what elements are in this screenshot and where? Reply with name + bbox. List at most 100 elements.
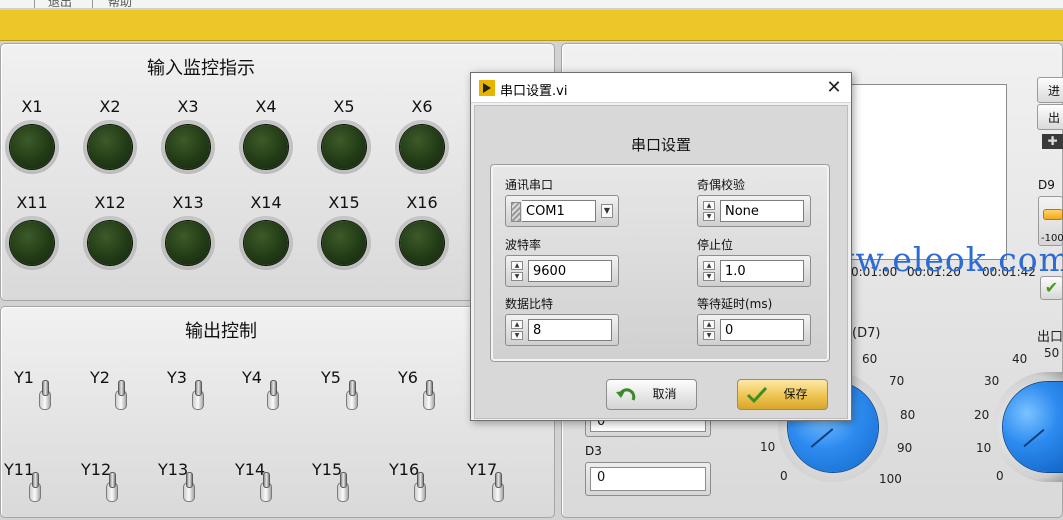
panel-title-output: 输出控制 bbox=[185, 321, 257, 342]
spin-up-icon[interactable]: ▲ bbox=[703, 261, 715, 270]
toggle-switch[interactable] bbox=[336, 472, 352, 502]
wait-delay-field[interactable]: ▲ ▼ 0 bbox=[697, 314, 811, 346]
menu-item-help[interactable]: 帮助 bbox=[108, 0, 132, 10]
toggle-lever[interactable] bbox=[340, 472, 347, 488]
toggle-lever[interactable] bbox=[426, 380, 433, 396]
data-bits-spinner[interactable]: ▲ ▼ bbox=[511, 320, 525, 340]
check-icon bbox=[746, 386, 768, 404]
menu-separator bbox=[34, 0, 35, 8]
stop-bits-field[interactable]: ▲ ▼ 1.0 bbox=[697, 255, 811, 287]
toggle-switch[interactable] bbox=[114, 380, 130, 410]
spin-down-icon[interactable]: ▼ bbox=[511, 272, 523, 281]
knob2-tick: 50 bbox=[1044, 346, 1060, 360]
spin-down-icon[interactable]: ▼ bbox=[703, 212, 715, 221]
stop-bits-label: 停止位 bbox=[697, 238, 734, 252]
toggle-lever[interactable] bbox=[186, 472, 193, 488]
switch-label: Y3 bbox=[167, 368, 187, 387]
toggle-lever[interactable] bbox=[195, 380, 202, 396]
led-indicator bbox=[161, 120, 215, 174]
toggle-lever[interactable] bbox=[32, 472, 39, 488]
led-indicator bbox=[395, 120, 449, 174]
spin-down-icon[interactable]: ▼ bbox=[703, 331, 715, 340]
data-bits-value[interactable]: 8 bbox=[528, 319, 612, 341]
toggle-lever[interactable] bbox=[109, 472, 116, 488]
spin-up-icon[interactable]: ▲ bbox=[511, 261, 523, 270]
right-mid-button[interactable]: 出 bbox=[1037, 104, 1063, 130]
led-label: X15 bbox=[328, 193, 360, 212]
toggle-switch[interactable] bbox=[413, 472, 429, 502]
toggle-switch[interactable] bbox=[259, 472, 275, 502]
led-label: X13 bbox=[172, 193, 204, 212]
chevron-down-icon[interactable]: ▼ bbox=[601, 204, 613, 218]
toggle-lever[interactable] bbox=[118, 380, 125, 396]
toggle-lever[interactable] bbox=[417, 472, 424, 488]
knob2-pointer bbox=[1023, 428, 1045, 448]
parity-spinner[interactable]: ▲ ▼ bbox=[703, 201, 717, 221]
spin-up-icon[interactable]: ▲ bbox=[703, 320, 715, 329]
knob2-tick: 0 bbox=[996, 469, 1004, 483]
settings-group: 通讯串口 COM1 ▼ 波特率 ▲ ▼ 9600 数据比特 ▲ ▼ 8 奇偶校验 ▲… bbox=[490, 164, 830, 362]
baud-rate-label: 波特率 bbox=[505, 238, 542, 252]
chart-plot-area bbox=[845, 84, 1007, 260]
d3-field[interactable]: 0 bbox=[585, 462, 711, 496]
menu-bar: 退出 帮助 bbox=[0, 0, 1063, 9]
wait-delay-value[interactable]: 0 bbox=[720, 319, 804, 341]
switch-label: Y5 bbox=[321, 368, 341, 387]
knob2-tick: 40 bbox=[1012, 352, 1028, 366]
knob1-tick: 10 bbox=[760, 440, 776, 454]
data-bits-field[interactable]: ▲ ▼ 8 bbox=[505, 314, 619, 346]
knob2-dial[interactable] bbox=[1003, 382, 1063, 472]
cursor-icon[interactable]: ✚ bbox=[1042, 134, 1063, 149]
cancel-button[interactable]: 取消 bbox=[606, 379, 697, 410]
toggle-lever[interactable] bbox=[349, 380, 356, 396]
led-label: X14 bbox=[250, 193, 282, 212]
toggle-switch[interactable] bbox=[28, 472, 44, 502]
com-port-select[interactable]: COM1 ▼ bbox=[505, 195, 619, 227]
switch-label: Y2 bbox=[90, 368, 110, 387]
menu-item-exit[interactable]: 退出 bbox=[48, 0, 72, 10]
spin-up-icon[interactable]: ▲ bbox=[511, 320, 523, 329]
spin-down-icon[interactable]: ▼ bbox=[703, 272, 715, 281]
d3-label: D3 bbox=[585, 444, 602, 458]
toggle-lever[interactable] bbox=[270, 380, 277, 396]
com-port-value[interactable]: COM1 bbox=[522, 200, 596, 222]
parity-value[interactable]: None bbox=[720, 200, 804, 222]
toggle-switch[interactable] bbox=[191, 380, 207, 410]
d3-value[interactable]: 0 bbox=[590, 467, 706, 491]
d9-slider[interactable]: -100 bbox=[1038, 196, 1063, 246]
knob2-tick: 30 bbox=[984, 374, 1000, 388]
led-label: X1 bbox=[21, 97, 43, 116]
toggle-lever[interactable] bbox=[495, 472, 502, 488]
stop-bits-spinner[interactable]: ▲ ▼ bbox=[703, 261, 717, 281]
led-indicator bbox=[239, 120, 293, 174]
baud-rate-spinner[interactable]: ▲ ▼ bbox=[511, 261, 525, 281]
parity-label: 奇偶校验 bbox=[697, 178, 746, 192]
toggle-switch[interactable] bbox=[266, 380, 282, 410]
labview-vi-icon bbox=[479, 80, 495, 96]
spin-up-icon[interactable]: ▲ bbox=[703, 201, 715, 210]
serial-settings-dialog: 串口设置.vi ✕ 串口设置 通讯串口 COM1 ▼ 波特率 ▲ ▼ 9600 数… bbox=[470, 72, 852, 421]
toggle-lever[interactable] bbox=[263, 472, 270, 488]
wait-delay-spinner[interactable]: ▲ ▼ bbox=[703, 320, 717, 340]
d9-slider-thumb[interactable] bbox=[1043, 209, 1063, 220]
toggle-switch[interactable] bbox=[38, 380, 54, 410]
parity-field[interactable]: ▲ ▼ None bbox=[697, 195, 811, 227]
save-button[interactable]: 保存 bbox=[737, 379, 828, 410]
menu-separator bbox=[92, 0, 93, 8]
toggle-switch[interactable] bbox=[105, 472, 121, 502]
check-icon[interactable]: ✔ bbox=[1040, 276, 1063, 300]
dialog-titlebar[interactable]: 串口设置.vi ✕ bbox=[471, 73, 851, 103]
toggle-switch[interactable] bbox=[182, 472, 198, 502]
led-indicator bbox=[161, 216, 215, 270]
baud-rate-value[interactable]: 9600 bbox=[528, 260, 612, 282]
toggle-lever[interactable] bbox=[42, 380, 49, 396]
spin-down-icon[interactable]: ▼ bbox=[511, 331, 523, 340]
baud-rate-field[interactable]: ▲ ▼ 9600 bbox=[505, 255, 619, 287]
toggle-switch[interactable] bbox=[345, 380, 361, 410]
right-top-button[interactable]: 进 bbox=[1037, 77, 1063, 103]
close-icon[interactable]: ✕ bbox=[817, 73, 851, 103]
toggle-switch[interactable] bbox=[422, 380, 438, 410]
toggle-switch[interactable] bbox=[491, 472, 507, 502]
dialog-heading: 串口设置 bbox=[630, 136, 691, 154]
stop-bits-value[interactable]: 1.0 bbox=[720, 260, 804, 282]
